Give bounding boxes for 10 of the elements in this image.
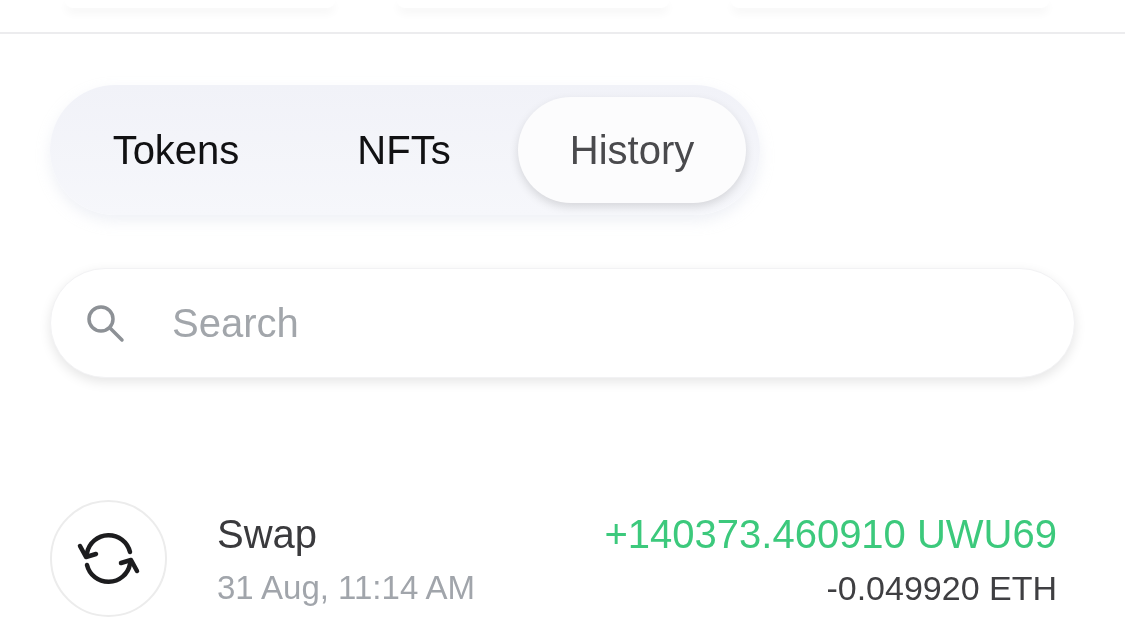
transaction-title: Swap <box>217 510 319 557</box>
transaction-amount: +140373.460910 UWU69 <box>604 510 1057 557</box>
transaction-amount: -0.049920 ETH <box>826 568 1057 607</box>
search-icon <box>85 303 125 343</box>
search-field[interactable]: Search <box>50 268 1075 378</box>
tab[interactable]: Tokens <box>62 97 290 203</box>
tab[interactable]: History <box>518 97 746 203</box>
circular-arrows-icon <box>50 500 167 617</box>
transaction-time: 31 Aug, 11:14 AM <box>217 568 476 607</box>
tab[interactable]: NFTs <box>290 97 518 203</box>
